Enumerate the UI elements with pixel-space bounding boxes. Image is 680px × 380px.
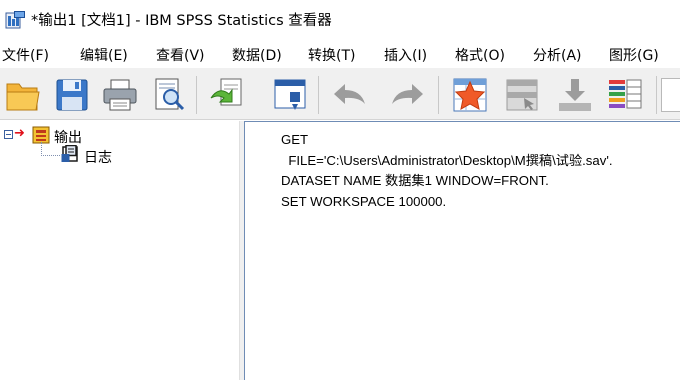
export-icon[interactable]: [207, 76, 247, 114]
syntax-line: FILE='C:\Users\Administrator\Desktop\M撰稿…: [281, 152, 613, 168]
menu-format[interactable]: 格式(O): [455, 45, 505, 65]
menu-insert[interactable]: 插入(I): [384, 45, 427, 65]
menu-analyze[interactable]: 分析(A): [533, 45, 582, 65]
menu-transform[interactable]: 转换(T): [308, 45, 355, 65]
menu-view[interactable]: 查看(V): [156, 45, 205, 65]
open-folder-icon[interactable]: [3, 76, 43, 114]
recall-dialog-icon[interactable]: [270, 76, 310, 114]
syntax-line: GET: [281, 132, 309, 147]
toolbar: [0, 68, 680, 120]
content-pane: GET FILE='C:\Users\Administrator\Desktop…: [244, 121, 680, 380]
log-syntax-block[interactable]: GET FILE='C:\Users\Administrator\Desktop…: [281, 130, 613, 212]
print-preview-icon[interactable]: [150, 76, 190, 114]
menu-bar: 文件(F) 编辑(E) 查看(V) 数据(D) 转换(T) 插入(I) 格式(O…: [0, 40, 680, 68]
goto-data-icon[interactable]: [450, 76, 490, 114]
redo-icon[interactable]: [387, 76, 427, 114]
tree-connector-line: [41, 142, 42, 156]
collapse-toggle-icon[interactable]: [4, 130, 13, 139]
tree-root-label: 输出: [54, 130, 82, 146]
save-icon[interactable]: [52, 76, 92, 114]
menu-edit[interactable]: 编辑(E): [80, 45, 128, 65]
syntax-line: DATASET NAME 数据集1 WINDOW=FRONT.: [281, 173, 549, 188]
tree-item-log[interactable]: 日志: [84, 147, 112, 167]
tree-connector-line: [41, 155, 60, 156]
title-bar: *输出1 [文档1] - IBM SPSS Statistics 查看器: [0, 0, 680, 40]
outline-pane: ➜ 输出: [0, 121, 239, 380]
log-icon: [61, 145, 78, 162]
spss-viewer-icon: [5, 11, 25, 29]
undo-icon[interactable]: [330, 76, 370, 114]
goto-variable-icon[interactable]: [555, 76, 595, 114]
current-item-arrow-icon: ➜: [14, 126, 25, 141]
menu-data[interactable]: 数据(D): [232, 45, 282, 65]
toolbar-overflow: [661, 78, 680, 112]
goto-case-icon[interactable]: [502, 76, 542, 114]
window-title: *输出1 [文档1] - IBM SPSS Statistics 查看器: [31, 13, 332, 29]
menu-graphs[interactable]: 图形(G): [609, 45, 659, 65]
menu-file[interactable]: 文件(F): [2, 45, 49, 65]
variables-icon[interactable]: [605, 76, 645, 114]
syntax-line: SET WORKSPACE 100000.: [281, 193, 447, 209]
print-icon[interactable]: [100, 76, 140, 114]
